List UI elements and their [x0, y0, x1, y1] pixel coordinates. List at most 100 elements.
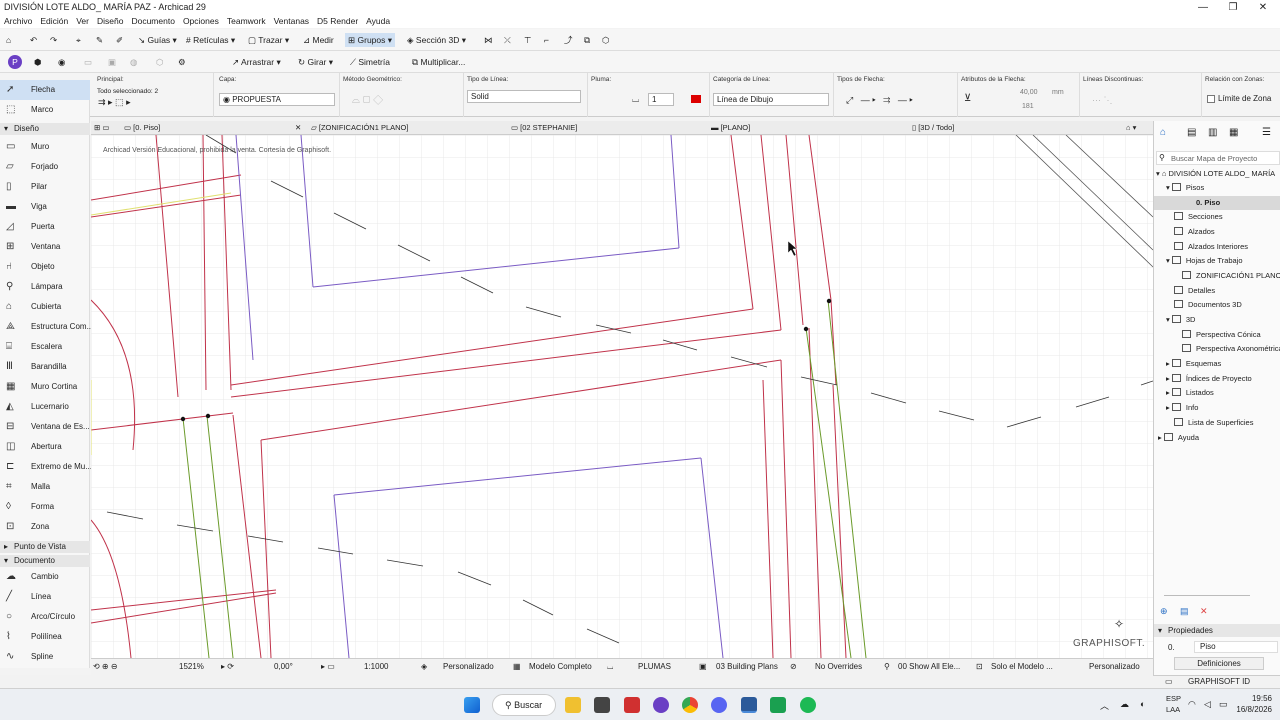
layer-select[interactable]: ◉ PROPUESTA: [219, 93, 335, 106]
nav-alzados[interactable]: Alzados: [1174, 225, 1215, 239]
navigator-scrollbar[interactable]: [1164, 595, 1250, 596]
tab-options-icon[interactable]: ⌂ ▾: [1126, 123, 1136, 132]
menu-ver[interactable]: Ver: [72, 15, 93, 27]
nav-perspectiva-conica[interactable]: Perspectiva Cónica: [1182, 328, 1261, 342]
window-tool-icon[interactable]: ▭: [84, 55, 92, 69]
tool-curtain-wall[interactable]: ▦ Muro Cortina: [0, 377, 90, 397]
tool-stair[interactable]: ⌸ Escalera: [0, 337, 90, 357]
tool-mesh[interactable]: ⌗ Malla: [0, 477, 90, 497]
app-icon[interactable]: [594, 697, 610, 713]
grids-button[interactable]: # Retículas ▾: [186, 33, 235, 47]
close-window-button[interactable]: ✕: [1248, 0, 1278, 15]
nav-perspectiva-axonometrica[interactable]: Perspectiva Axonométrica: [1182, 342, 1280, 356]
tool-railing[interactable]: Ⅲ Barandilla: [0, 357, 90, 377]
tool-line[interactable]: ╱ Línea: [0, 587, 90, 607]
delete-view-icon[interactable]: ✕: [1200, 606, 1208, 617]
clock-time[interactable]: 19:56: [1232, 694, 1272, 703]
adjust-icon[interactable]: ⤫: [504, 33, 511, 47]
windows-start-icon[interactable]: [464, 697, 480, 713]
guides-button[interactable]: ↘ Guías ▾: [138, 33, 177, 47]
minimize-button[interactable]: —: [1188, 0, 1218, 15]
pen-number[interactable]: 1: [648, 93, 674, 106]
nav-indices[interactable]: ▸ Índices de Proyecto: [1166, 372, 1252, 386]
zone-boundary-checkbox[interactable]: [1207, 95, 1215, 103]
selection-icon[interactable]: ⇉ ▸ ⬚ ▸: [98, 97, 131, 108]
nav-secciones[interactable]: Secciones: [1174, 210, 1223, 224]
tool-opening[interactable]: ◫ Abertura: [0, 437, 90, 457]
archicad-icon[interactable]: [653, 697, 669, 713]
offset-icon[interactable]: ⤴: [564, 33, 573, 47]
trace-button[interactable]: ▢ Trazar ▾: [248, 33, 289, 47]
app-green-icon[interactable]: [770, 697, 786, 713]
menu-edicion[interactable]: Edición: [36, 15, 72, 27]
pick-icon[interactable]: ⌖: [76, 33, 81, 47]
split-icon[interactable]: ⋈: [484, 33, 493, 47]
model-view[interactable]: Modelo Completo: [529, 662, 592, 671]
definitions-button[interactable]: Definiciones: [1174, 657, 1264, 670]
battery-icon[interactable]: ▭: [1219, 699, 1228, 710]
discord-icon[interactable]: [711, 697, 727, 713]
eyedropper-icon[interactable]: ✎: [96, 33, 103, 47]
menu-diseno[interactable]: Diseño: [93, 15, 127, 27]
wifi-icon[interactable]: ◠: [1188, 699, 1196, 710]
tool-polyline[interactable]: ⌇ Polilínea: [0, 627, 90, 647]
tab-list-icon[interactable]: ⊞ ▭: [94, 123, 109, 132]
tray-chevron-icon[interactable]: ︿: [1100, 699, 1109, 712]
tool-corner-window[interactable]: ⊟ Ventana de Es...: [0, 417, 90, 437]
custom-display[interactable]: Personalizado: [1089, 662, 1140, 671]
tool-arrow[interactable]: ➚ Flecha: [0, 80, 90, 100]
menu-ayuda[interactable]: Ayuda: [362, 15, 394, 27]
drawing-canvas[interactable]: ✧ GRAPHISOFT.: [91, 135, 1153, 658]
settings-view-icon[interactable]: ▤: [1180, 606, 1189, 617]
intersect-icon[interactable]: ⊤: [524, 33, 531, 47]
tab-stephanie[interactable]: ▭ [02 STEPHANIE]: [511, 123, 577, 132]
view-nav-icons[interactable]: ⟲ ⊕ ⊖: [93, 662, 118, 671]
explode-icon[interactable]: ⬡: [602, 33, 609, 47]
nav-piso-0[interactable]: 0. Piso: [1154, 196, 1280, 210]
tool-lamp[interactable]: ⚲ Lámpara: [0, 277, 90, 297]
tool-beam[interactable]: ▬ Viga: [0, 197, 90, 217]
zoom-value[interactable]: 1521%: [179, 662, 204, 671]
layout-book-icon[interactable]: ▥: [1208, 127, 1217, 138]
angle-value[interactable]: 0,00°: [274, 662, 293, 671]
dashed-lines-icon[interactable]: ⋯ ⋱: [1092, 95, 1113, 106]
graphic-overrides[interactable]: No Overrides: [815, 662, 862, 671]
arrow-types-icon[interactable]: ⤢ — ▸ ⇉ — ▸: [846, 95, 913, 106]
tool-arc[interactable]: ○ Arco/Círculo: [0, 607, 90, 627]
arrow-angle-value[interactable]: 181: [1022, 103, 1034, 110]
settings-gear-icon[interactable]: ⚙: [178, 55, 186, 69]
fillet-icon[interactable]: ⌐: [544, 33, 549, 47]
nav-lista-superficies[interactable]: Lista de Superficies: [1174, 416, 1253, 430]
nav-documentos-3d[interactable]: Documentos 3D: [1174, 298, 1242, 312]
linetype-select[interactable]: Solid: [467, 90, 581, 103]
tool-slab[interactable]: ▱ Forjado: [0, 157, 90, 177]
multiply-button[interactable]: ⧉ Multiplicar...: [412, 55, 465, 69]
tool-door[interactable]: ◿ Puerta: [0, 217, 90, 237]
file-explorer-icon[interactable]: [565, 697, 581, 713]
resize-icon[interactable]: ⧉: [584, 33, 590, 47]
tool-zone[interactable]: ⊡ Zona: [0, 517, 90, 537]
arrow-attr-icon[interactable]: ⊻: [964, 93, 971, 104]
nav-3d[interactable]: ▾ 3D: [1166, 313, 1195, 327]
menu-opciones[interactable]: Opciones: [179, 15, 223, 27]
nav-esquemas[interactable]: ▸ Esquemas: [1166, 357, 1221, 371]
view-map-icon[interactable]: ▤: [1187, 127, 1196, 138]
geometry-method-icon[interactable]: ⌓ ▢ ◇: [352, 95, 383, 106]
renovation-filter[interactable]: 00 Show All Ele...: [898, 662, 960, 671]
navigator-menu-icon[interactable]: ☰: [1262, 127, 1271, 138]
nav-ayuda[interactable]: ▸ Ayuda: [1158, 431, 1199, 445]
tool-skylight[interactable]: ◭ Lucernario: [0, 397, 90, 417]
pen-color-swatch[interactable]: [691, 95, 701, 103]
drag-button[interactable]: ↗ Arrastrar ▾: [232, 55, 281, 69]
tab-plano[interactable]: ▬ [PLANO]: [711, 123, 750, 132]
tool-spline[interactable]: ∿ Spline: [0, 647, 90, 667]
rotate-button[interactable]: ↻ Girar ▾: [298, 55, 333, 69]
tray-icon[interactable]: ◐: [1140, 699, 1145, 709]
pen-set[interactable]: PLUMAS: [638, 662, 671, 671]
nav-detalles[interactable]: Detalles: [1174, 284, 1215, 298]
sphere-icon[interactable]: ◉: [58, 55, 65, 69]
measure-button[interactable]: ⊿ Medir: [303, 33, 334, 47]
nav-hojas-trabajo[interactable]: ▾ Hojas de Trabajo: [1166, 254, 1243, 268]
tray-app-icon[interactable]: ☁: [1120, 699, 1129, 710]
nav-zonificacion[interactable]: ZONIFICACIÓN1 PLANO (: [1182, 269, 1280, 283]
